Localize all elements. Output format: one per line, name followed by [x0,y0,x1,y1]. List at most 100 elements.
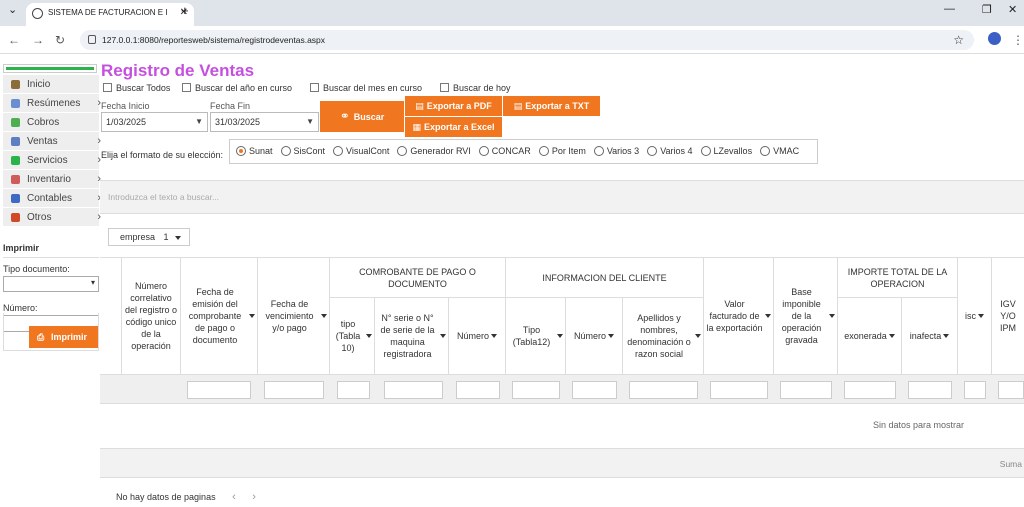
sidebar-item-resmenes[interactable]: Resúmenes › [3,94,101,113]
group-by-chip[interactable]: empresa 1 [108,228,190,246]
format-option-visualcont[interactable]: VisualCont [333,146,389,156]
filter-input-base-imponible[interactable] [780,381,832,399]
start-date-label: Fecha Inicio [101,101,150,111]
filter-icon[interactable] [829,314,835,318]
header-serie[interactable]: N° serie o N° de serie de la maquina reg… [375,298,449,375]
filter-icon[interactable] [943,334,950,338]
pager: No hay datos de paginas ‹ › [116,491,256,503]
filter-icon[interactable] [888,334,895,338]
filter-icon[interactable] [366,334,372,338]
filter-input-tipo[interactable] [337,381,370,399]
filter-input-serie[interactable] [384,381,443,399]
format-option-varios-4[interactable]: Varios 4 [647,146,693,156]
search-input[interactable]: Introduzca el texto a buscar... [108,192,219,202]
header-exonerada[interactable]: exonerada [838,298,902,375]
site-info-icon[interactable] [88,35,96,44]
filter-input-fecha-emision[interactable] [187,381,251,399]
minimize-icon[interactable]: — [944,3,955,15]
header-inafecta[interactable]: inafecta [902,298,958,375]
header-igv[interactable]: IGV Y/O IPM [992,258,1024,375]
header-isc[interactable]: isc [958,258,992,375]
export-excel-button[interactable]: ▦ Exportar a Excel [405,117,502,137]
header-numero-doc[interactable]: Número [566,298,623,375]
filter-icon[interactable] [491,334,497,338]
check-buscar-anio[interactable]: Buscar del año en curso [182,83,292,93]
header-valor-exportacion[interactable]: Valor facturado de la exportación [704,258,774,375]
format-option-lzevallos[interactable]: LZevallos [700,146,752,156]
sidebar-item-otros[interactable]: Otros › [3,208,101,227]
sidebar-item-servicios[interactable]: Servicios › [3,151,101,170]
restore-icon[interactable]: ❐ [982,3,992,16]
format-option-generador-rvi[interactable]: Generador RVI [397,146,471,156]
filter-input-nombre[interactable] [629,381,698,399]
check-buscar-hoy[interactable]: Buscar de hoy [440,83,511,93]
filter-icon[interactable] [249,314,255,318]
filter-icon[interactable] [765,314,771,318]
check-buscar-todos[interactable]: Buscar Todos [103,83,170,93]
header-fecha-emision[interactable]: Fecha de emisión del comprobante de pago… [181,258,258,375]
format-option-sunat[interactable]: Sunat [236,146,273,156]
print-button[interactable]: ⎙ Imprimir [29,326,99,348]
radio-icon [593,146,604,156]
filter-input-igv[interactable] [998,381,1024,399]
header-fecha-vencimiento[interactable]: Fecha de vencimiento y/o pago [258,258,330,375]
header-numero[interactable]: Número [449,298,506,375]
close-window-icon[interactable]: ✕ [1008,3,1017,16]
filter-icon[interactable] [608,334,614,338]
home-icon [11,80,20,89]
bookmark-star-icon[interactable]: ☆ [953,30,964,50]
tab-menu-chevron-icon[interactable]: ⌄ [8,3,17,16]
filter-input-valor-exportacion[interactable] [710,381,768,399]
sidebar-item-ventas[interactable]: Ventas › [3,132,101,151]
profile-avatar-icon[interactable] [988,32,1001,45]
dropdown-chevron-icon[interactable]: ▼ [195,113,203,131]
filter-input-numero-doc[interactable] [572,381,617,399]
filter-icon[interactable] [321,314,327,318]
check-buscar-mes[interactable]: Buscar del mes en curso [310,83,422,93]
filter-input-isc[interactable] [964,381,986,399]
format-option-concar[interactable]: CONCAR [478,146,531,156]
format-option-label: CONCAR [491,146,531,156]
radio-icon [280,146,291,156]
url-field[interactable]: 127.0.0.1:8080/reportesweb/sistema/regis… [80,30,974,50]
prev-page-icon[interactable]: ‹ [232,491,236,503]
sidebar-item-inventario[interactable]: Inventario › [3,170,101,189]
filter-input-inafecta[interactable] [908,381,952,399]
filter-icon[interactable] [175,235,182,240]
header-tipo-doc[interactable]: Tipo (Tabla12) [506,298,566,375]
header-tipo[interactable]: tipo (Tabla 10) [330,298,375,375]
filter-icon[interactable] [978,314,984,318]
format-option-varios-3[interactable]: Varios 3 [593,146,639,156]
dropdown-chevron-icon: ▾ [90,278,95,287]
filter-input-fecha-vencimiento[interactable] [264,381,324,399]
reload-icon[interactable]: ↻ [55,33,65,47]
format-option-por-item[interactable]: Por Item [538,146,586,156]
filter-icon[interactable] [440,334,446,338]
filter-input-exonerada[interactable] [844,381,896,399]
browser-tab[interactable]: SISTEMA DE FACTURACION E I ✕ [26,3,194,26]
filter-icon[interactable] [695,334,701,338]
format-option-siscont[interactable]: SisCont [280,146,325,156]
end-date-input[interactable]: 31/03/2025 ▼ [210,112,319,132]
header-correlativo[interactable]: Número correlativo del registro o código… [122,258,181,375]
export-txt-button[interactable]: ▤ Exportar a TXT [503,96,600,116]
sidebar-item-contables[interactable]: Contables› [3,189,101,208]
sidebar-item-cobros[interactable]: Cobros [3,113,99,132]
browser-menu-icon[interactable]: ⋮ [1012,33,1024,47]
search-button[interactable]: ⚭ Buscar [320,101,404,132]
filter-input-numero[interactable] [456,381,500,399]
back-icon[interactable]: ← [8,33,20,47]
header-base-imponible[interactable]: Base imponible de la operación gravada [774,258,838,375]
export-pdf-button[interactable]: ▤ Exportar a PDF [405,96,502,116]
dropdown-chevron-icon[interactable]: ▼ [306,113,314,131]
next-page-icon[interactable]: › [252,491,256,503]
doc-type-select[interactable]: ▾ [3,276,99,292]
new-tab-icon[interactable]: + [181,3,189,18]
forward-icon[interactable]: → [32,33,44,47]
format-option-vmac[interactable]: VMAC [760,146,799,156]
filter-input-tipo-doc[interactable] [512,381,560,399]
start-date-input[interactable]: 1/03/2025 ▼ [101,112,208,132]
sidebar-item-inicio[interactable]: Inicio [3,75,99,94]
filter-icon[interactable] [557,334,563,338]
header-nombre[interactable]: Apellidos y nombres, denominación o razo… [623,298,704,375]
